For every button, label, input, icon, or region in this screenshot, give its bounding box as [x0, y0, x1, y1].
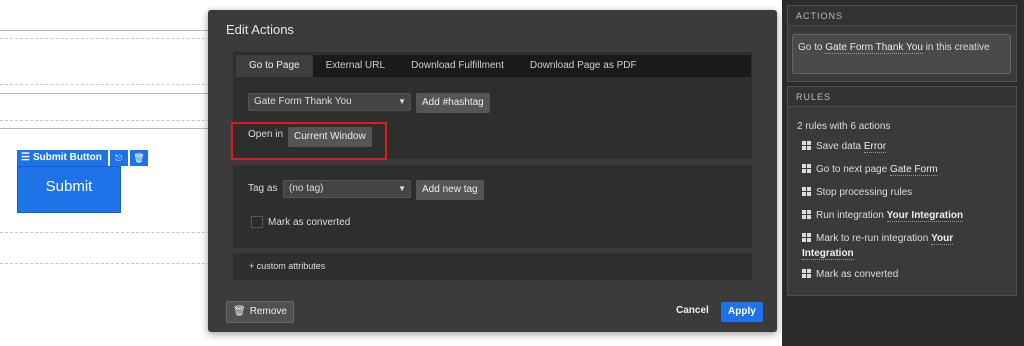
- rule-icon: [802, 210, 811, 219]
- trash-icon[interactable]: 🗑: [129, 150, 148, 166]
- apply-button[interactable]: Apply: [721, 302, 763, 322]
- rule-text: Stop processing rules: [816, 187, 913, 198]
- actions-section: ACTIONS Go to Gate Form Thank You in thi…: [787, 5, 1017, 82]
- rule-item[interactable]: Mark as converted: [802, 267, 898, 282]
- divider: [0, 120, 230, 121]
- chevron-down-icon: ▼: [398, 97, 406, 106]
- rules-section: RULES 2 rules with 6 actions Save data E…: [787, 86, 1017, 296]
- rule-item[interactable]: Mark to re-run integration Your Integrat…: [802, 231, 1002, 261]
- rule-icon: [802, 164, 811, 173]
- tag-select-value: (no tag): [289, 183, 324, 194]
- rules-summary: 2 rules with 6 actions: [797, 121, 891, 132]
- page-select-value: Gate Form Thank You: [254, 96, 352, 107]
- rule-item[interactable]: Save data Error: [802, 139, 887, 154]
- trash-icon: 🗑: [233, 306, 246, 317]
- tab-download-pdf[interactable]: Download Page as PDF: [517, 55, 650, 77]
- rule-value: Gate Form: [889, 164, 938, 176]
- layers-icon: ☰: [21, 152, 30, 163]
- action-card[interactable]: Go to Gate Form Thank You in this creati…: [792, 34, 1011, 74]
- rule-text: Run integration: [816, 210, 884, 221]
- rule-value: Error: [863, 141, 887, 153]
- tab-external-url[interactable]: External URL: [313, 55, 398, 77]
- rule-item[interactable]: Go to next page Gate Form: [802, 162, 938, 177]
- divider: [0, 84, 230, 85]
- divider: [0, 30, 230, 31]
- actions-header: ACTIONS: [788, 6, 1016, 26]
- widget-label: Submit Button: [32, 152, 102, 163]
- rule-text: Mark as converted: [816, 269, 899, 280]
- action-suffix: in this creative: [925, 42, 990, 53]
- submit-button[interactable]: Submit: [17, 166, 121, 213]
- widget-select-handle[interactable]: ☰ Submit Button: [17, 150, 108, 166]
- divider: [0, 128, 230, 129]
- page-select[interactable]: Gate Form Thank You ▼: [248, 93, 411, 111]
- divider: [0, 232, 230, 233]
- tag-panel: [233, 165, 752, 248]
- rule-icon: [802, 187, 811, 196]
- remove-label: Remove: [249, 306, 287, 317]
- rule-item[interactable]: Stop processing rules: [802, 185, 912, 200]
- divider: [0, 93, 230, 94]
- pin-icon[interactable]: ⎋: [109, 150, 128, 166]
- divider: [0, 38, 230, 39]
- rule-icon: [802, 141, 811, 150]
- tab-go-to-page[interactable]: Go to Page: [236, 55, 313, 77]
- mark-converted-label: Mark as converted: [268, 217, 351, 228]
- cancel-button[interactable]: Cancel: [676, 305, 709, 316]
- open-in-label: Open in: [248, 129, 284, 140]
- action-tabs: Go to Page External URL Download Fulfill…: [236, 55, 751, 77]
- tag-select[interactable]: (no tag) ▼: [283, 180, 411, 198]
- remove-button[interactable]: 🗑 Remove: [226, 301, 294, 323]
- rule-text: Go to next page: [816, 164, 888, 175]
- widget-toolbar: ☰ Submit Button ⎋ 🗑: [17, 150, 148, 166]
- rules-header: RULES: [788, 87, 1016, 107]
- add-hashtag-button[interactable]: Add #hashtag: [416, 93, 490, 113]
- add-new-tag-button[interactable]: Add new tag: [416, 180, 484, 200]
- open-in-button[interactable]: Current Window: [288, 127, 372, 147]
- rules-sidebar: ACTIONS Go to Gate Form Thank You in thi…: [782, 0, 1024, 346]
- mark-converted-checkbox[interactable]: [251, 216, 263, 228]
- tab-download-fulfillment[interactable]: Download Fulfillment: [398, 55, 517, 77]
- action-target: Gate Form Thank You: [825, 42, 923, 54]
- rule-icon: [802, 233, 811, 242]
- divider: [0, 263, 230, 264]
- custom-attributes-link[interactable]: + custom attributes: [249, 261, 325, 271]
- modal-title: Edit Actions: [226, 22, 294, 37]
- rule-item[interactable]: Run integration Your Integration: [802, 208, 964, 223]
- edit-actions-modal: Edit Actions Go to Page External URL Dow…: [208, 10, 777, 332]
- rule-text: Mark to re-run integration: [816, 233, 929, 244]
- rule-value: Your Integration: [886, 210, 964, 222]
- rule-icon: [802, 269, 811, 278]
- chevron-down-icon: ▼: [398, 184, 406, 193]
- rule-text: Save data: [816, 141, 862, 152]
- tag-as-label: Tag as: [248, 183, 278, 194]
- action-prefix: Go to: [798, 42, 823, 53]
